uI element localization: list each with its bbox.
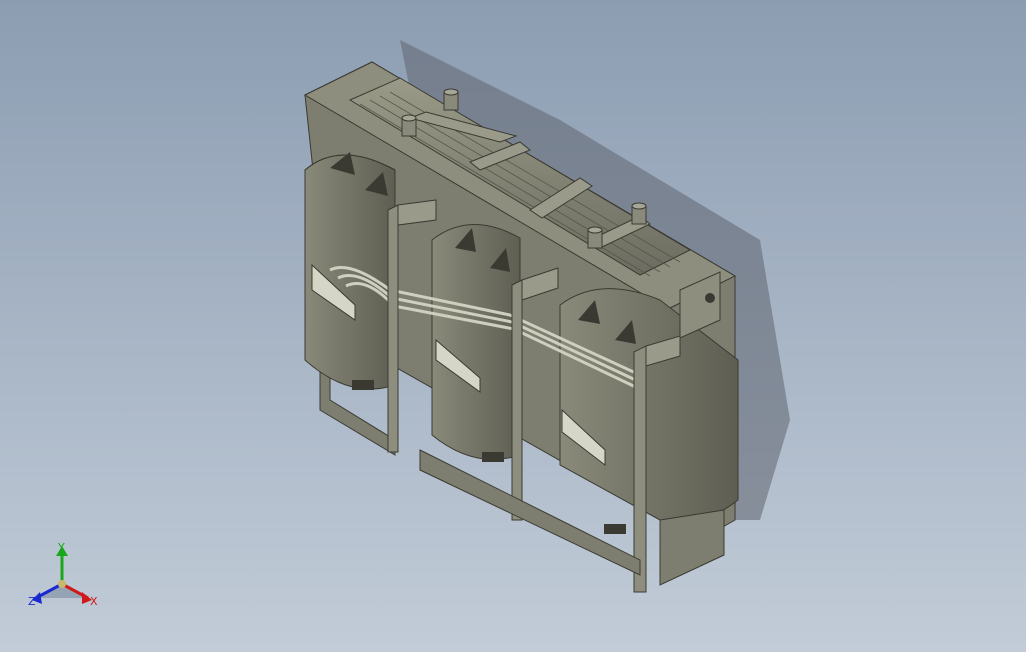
bottom-bracket-2 bbox=[482, 452, 504, 462]
z-axis-label: Z bbox=[28, 595, 36, 608]
orientation-triad: Y Z X bbox=[22, 536, 112, 616]
triad-origin bbox=[58, 580, 66, 588]
transformer-model[interactable] bbox=[0, 0, 1026, 652]
lifting-stud-3 bbox=[631, 202, 647, 225]
lifting-stud-2 bbox=[401, 114, 417, 137]
graphics-viewport[interactable]: Y Z X bbox=[0, 0, 1026, 652]
bracket-hole bbox=[705, 293, 715, 303]
x-axis-label: X bbox=[90, 595, 98, 608]
lifting-stud-4 bbox=[587, 226, 603, 249]
y-axis-label: Y bbox=[58, 541, 65, 554]
lifting-stud-1 bbox=[443, 88, 459, 111]
bottom-bracket-1 bbox=[352, 380, 374, 390]
right-foot-plate bbox=[659, 509, 725, 586]
bottom-bracket-3 bbox=[604, 524, 626, 534]
